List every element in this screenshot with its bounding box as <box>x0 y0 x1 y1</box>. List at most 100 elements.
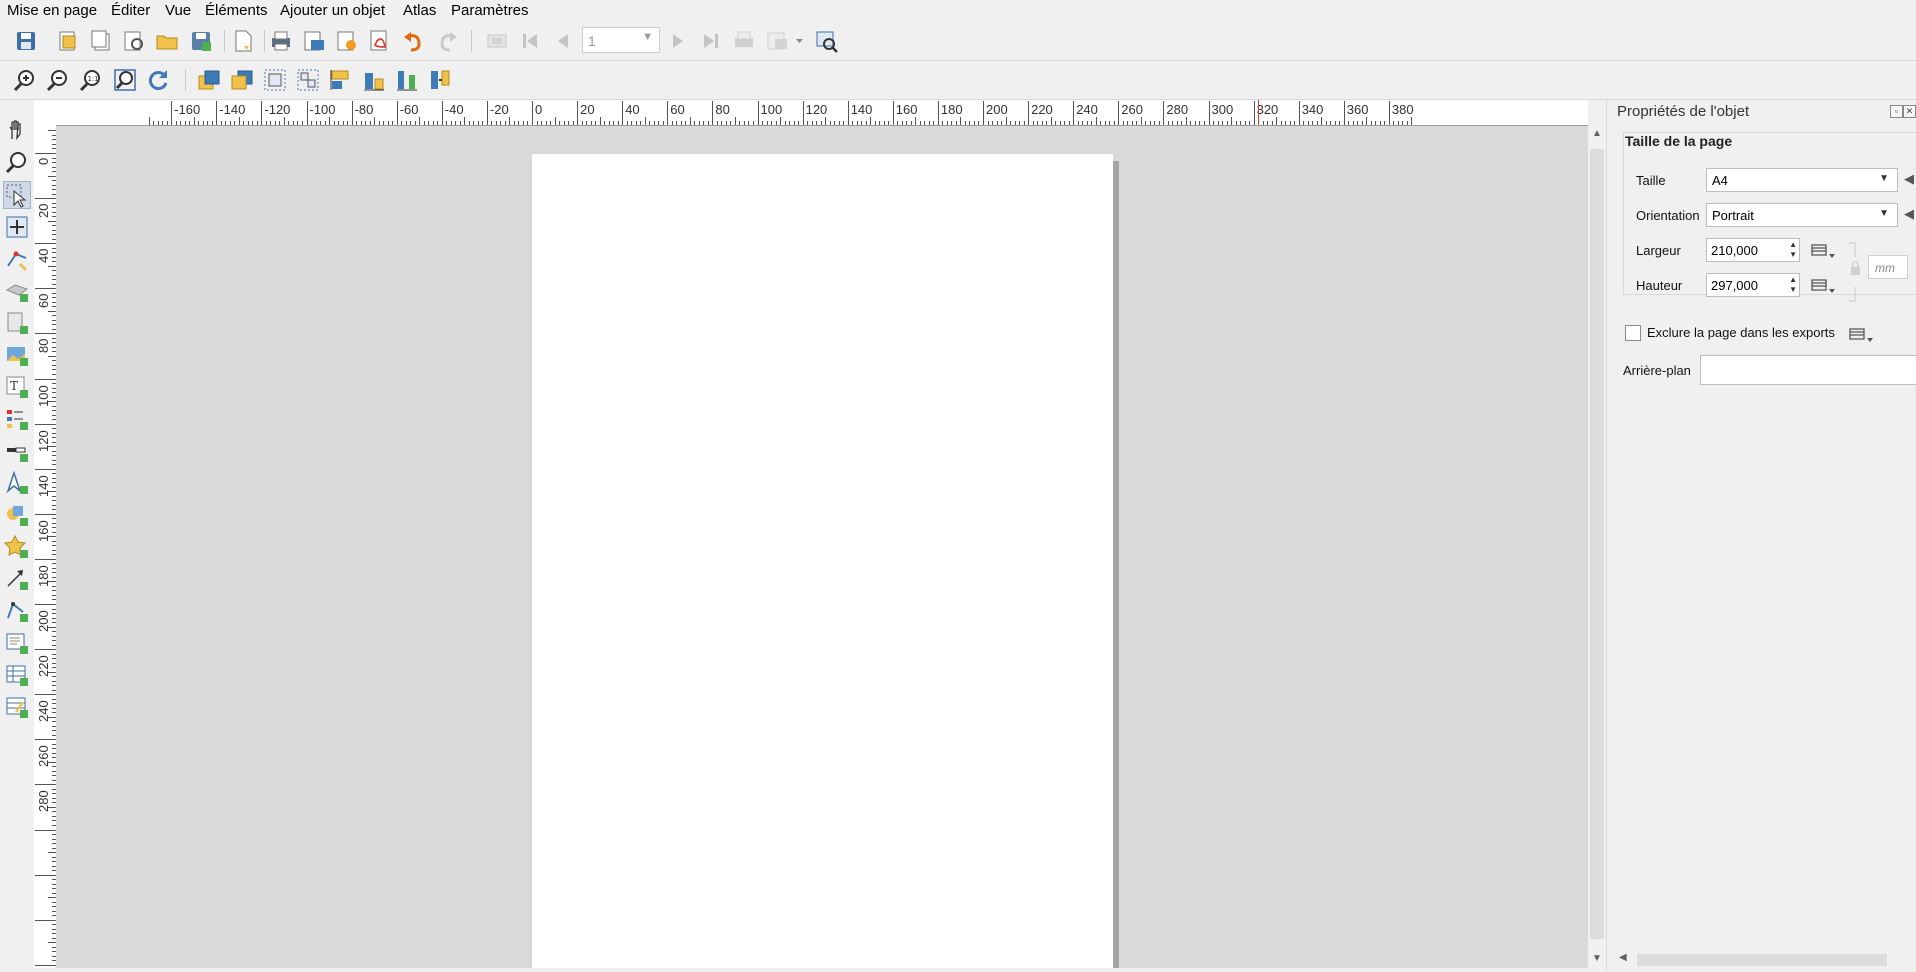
scroll-left-icon[interactable]: ◀ <box>1619 952 1627 963</box>
add-html-icon[interactable] <box>4 630 30 656</box>
ungroup-icon[interactable] <box>295 67 321 93</box>
zoom-full-icon[interactable] <box>112 67 138 93</box>
spin-down-icon[interactable]: ▼ <box>1789 250 1797 259</box>
ruler-tick <box>387 121 389 125</box>
add-3d-map-icon[interactable] <box>4 278 30 304</box>
add-legend-icon[interactable] <box>4 406 30 432</box>
resize-icon[interactable] <box>427 67 453 93</box>
scroll-up-icon[interactable]: ▲ <box>1592 128 1602 139</box>
taille-combo[interactable]: A4 ▼ <box>1706 168 1898 192</box>
atlas-settings-icon[interactable] <box>813 28 839 54</box>
zoom-in-icon[interactable] <box>12 67 38 93</box>
ruler-tick <box>35 604 56 605</box>
print-icon[interactable] <box>268 28 294 54</box>
data-defined-override-icon[interactable] <box>1847 323 1875 345</box>
first-feature-icon[interactable] <box>517 28 543 54</box>
menu-atlas[interactable]: Atlas <box>403 2 436 19</box>
ruler-tick <box>513 121 515 125</box>
menu-elements[interactable]: Éléments <box>205 2 268 19</box>
lower-items-icon[interactable] <box>229 67 255 93</box>
data-defined-override-icon[interactable] <box>1809 239 1837 261</box>
menu-vue[interactable]: Vue <box>165 2 191 19</box>
vertical-ruler[interactable]: 0 20 40 60 80 100 120 140 160 180 200 220 240 260 280 <box>34 125 57 972</box>
align-left-icon[interactable] <box>328 67 354 93</box>
horizontal-ruler[interactable]: -160 -140 -120 -100 -80 -60 -40 -20 0 20 40 60 80 100… <box>56 100 1588 126</box>
new-layout-icon[interactable] <box>55 28 81 54</box>
lock-aspect-ratio-icon[interactable] <box>1847 241 1863 303</box>
layout-page[interactable] <box>532 154 1113 968</box>
ruler-tick <box>1145 121 1147 125</box>
save-template-icon[interactable] <box>188 28 214 54</box>
menu-ajouter-un-objet[interactable]: Ajouter un objet <box>280 2 385 19</box>
zoom-tool-icon[interactable] <box>4 150 30 176</box>
menu-editer[interactable]: Éditer <box>111 2 150 19</box>
refresh-icon[interactable] <box>145 67 171 93</box>
export-image-icon[interactable] <box>301 28 327 54</box>
menu-parametres[interactable]: Paramètres <box>451 2 529 19</box>
exclude-page-checkbox[interactable] <box>1625 325 1641 341</box>
pan-icon[interactable] <box>4 117 30 143</box>
add-map-icon[interactable] <box>4 310 30 336</box>
orientation-combo[interactable]: Portrait ▼ <box>1706 203 1898 227</box>
align-bottom-icon[interactable] <box>361 67 387 93</box>
move-content-icon[interactable] <box>4 214 30 240</box>
navigation-toolbar: 1:1 <box>0 61 1916 100</box>
save-layout-icon[interactable] <box>13 28 39 54</box>
zoom-out-icon[interactable] <box>45 67 71 93</box>
layout-canvas[interactable] <box>56 126 1588 968</box>
group-icon[interactable] <box>262 67 288 93</box>
add-marker-icon[interactable] <box>4 534 30 560</box>
menu-mise-en-page[interactable]: Mise en page <box>7 2 97 19</box>
select-move-icon[interactable] <box>3 181 31 209</box>
edit-nodes-icon[interactable] <box>4 246 30 272</box>
units-combo[interactable]: mm <box>1868 255 1908 279</box>
scroll-down-icon[interactable]: ▼ <box>1592 953 1602 964</box>
page-number-combo[interactable]: 1 ▼ <box>582 27 660 53</box>
float-panel-icon[interactable]: ▫ <box>1890 105 1903 118</box>
open-template-icon[interactable] <box>154 28 180 54</box>
scrollbar-thumb[interactable] <box>1590 149 1604 939</box>
ruler-tick <box>694 121 696 125</box>
page-properties-icon[interactable] <box>230 28 256 54</box>
add-fixed-table-icon[interactable] <box>4 694 30 720</box>
spin-up-icon[interactable]: ▲ <box>1789 240 1797 249</box>
duplicate-layout-icon[interactable] <box>88 28 114 54</box>
data-defined-override-icon[interactable]: ◀ <box>1904 171 1914 187</box>
vertical-scrollbar[interactable]: ▲ ▼ <box>1588 126 1606 968</box>
data-defined-override-icon[interactable]: ◀ <box>1904 206 1914 222</box>
add-scalebar-icon[interactable] <box>4 438 30 464</box>
spin-up-icon[interactable]: ▲ <box>1789 275 1797 284</box>
export-svg-icon[interactable] <box>334 28 360 54</box>
export-atlas-icon[interactable] <box>764 28 808 54</box>
add-picture-icon[interactable] <box>4 342 30 368</box>
background-symbol-button[interactable] <box>1700 355 1916 385</box>
raise-items-icon[interactable] <box>196 67 222 93</box>
add-label-icon[interactable]: T <box>4 374 30 400</box>
ruler-tick <box>644 117 646 125</box>
export-pdf-icon[interactable] <box>367 28 393 54</box>
last-feature-icon[interactable] <box>698 28 724 54</box>
close-icon[interactable]: ✕ <box>1903 105 1916 118</box>
next-feature-icon[interactable] <box>665 28 691 54</box>
add-arrow-icon[interactable] <box>4 566 30 592</box>
redo-icon[interactable] <box>434 28 460 54</box>
scrollbar-thumb[interactable] <box>1637 954 1887 966</box>
print-atlas-icon[interactable] <box>731 28 757 54</box>
ruler-tick <box>464 117 466 125</box>
distribute-icon[interactable] <box>394 67 420 93</box>
data-defined-override-icon[interactable] <box>1809 274 1837 296</box>
add-node-item-icon[interactable] <box>4 598 30 624</box>
add-north-arrow-icon[interactable] <box>4 470 30 496</box>
zoom-actual-icon[interactable]: 1:1 <box>78 67 104 93</box>
add-attribute-table-icon[interactable] <box>4 662 30 688</box>
atlas-preview-icon[interactable] <box>484 28 510 54</box>
hauteur-spinbox[interactable]: 297,000 ▲ ▼ <box>1706 273 1800 297</box>
ruler-tick <box>775 121 777 125</box>
panel-horizontal-scrollbar[interactable]: ◀ <box>1615 952 1916 968</box>
add-shape-icon[interactable] <box>4 502 30 528</box>
undo-icon[interactable] <box>401 28 427 54</box>
largeur-spinbox[interactable]: 210,000 ▲ ▼ <box>1706 238 1800 262</box>
previous-feature-icon[interactable] <box>550 28 576 54</box>
spin-down-icon[interactable]: ▼ <box>1789 285 1797 294</box>
layout-manager-icon[interactable] <box>121 28 147 54</box>
